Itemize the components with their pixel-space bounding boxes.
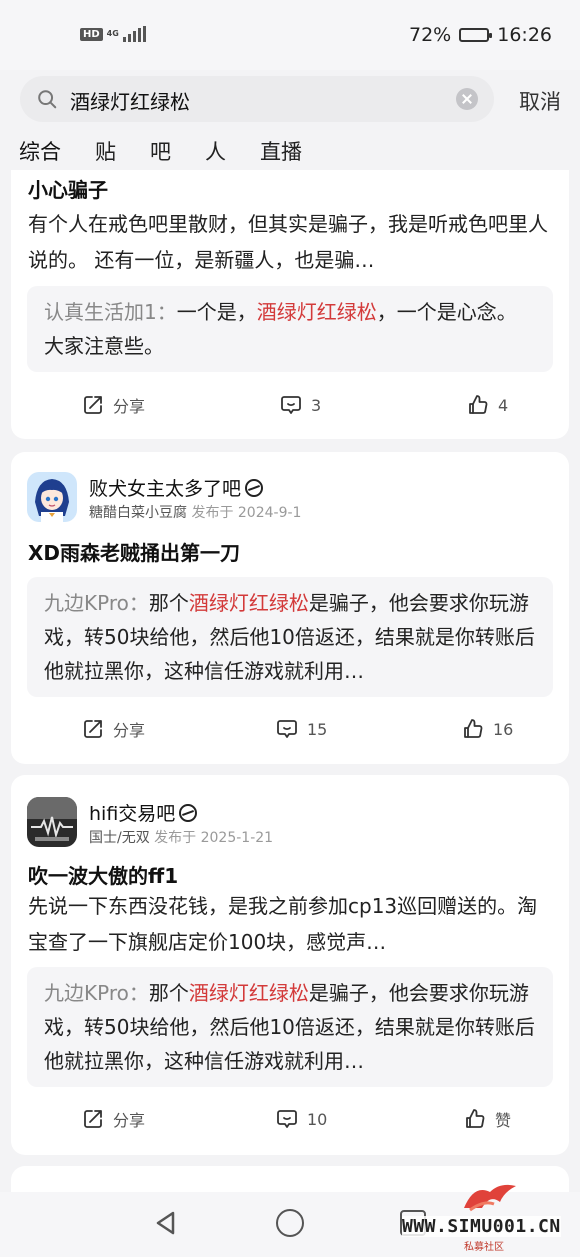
share-label: 分享 [113, 721, 146, 740]
search-query: 酒绿灯红绿松 [70, 90, 190, 114]
forum-name[interactable]: hifi交易吧 [89, 799, 198, 826]
share-button[interactable]: 分享 [81, 717, 145, 741]
thumbs-up-icon [464, 719, 483, 738]
battery-icon [459, 28, 493, 42]
search-input[interactable]: 酒绿灯红绿松 [20, 76, 494, 122]
share-icon [84, 720, 102, 738]
post-body: 有个人在戒色吧里散财，但其实是骗子，我是听戒色吧里人说的。 还有一位，是新疆人，… [28, 212, 548, 272]
anime-avatar-icon [27, 472, 77, 522]
tab-live[interactable]: 直播 [260, 136, 302, 166]
back-icon[interactable] [152, 1209, 180, 1237]
share-label: 分享 [113, 1111, 146, 1130]
post-username[interactable]: 国士/无双 [89, 830, 150, 846]
comment-count: 10 [307, 1109, 328, 1129]
clock: 16:26 [497, 24, 552, 46]
forum-badge-icon [179, 803, 198, 822]
like-button[interactable]: 赞 [463, 1107, 511, 1131]
watermark-text: WWW.SIMU001.CN [402, 1216, 561, 1237]
tab-all[interactable]: 综合 [19, 136, 61, 178]
comment-count: 15 [307, 719, 328, 739]
forum-avatar[interactable] [27, 472, 77, 522]
post-actions: 分享 10 赞 [11, 1107, 569, 1137]
tab-label: 综合 [19, 140, 61, 164]
result-tabs: 综合 贴 吧 人 直播 [19, 136, 336, 178]
battery-percent: 72% [409, 24, 452, 46]
post-card[interactable]: 败犬女主太多了吧 糖醋白菜小豆腐 发布于 2024-9-1 XD雨森老贼捅出第一… [11, 452, 569, 764]
comment-quote[interactable]: 九边KPro：那个酒绿灯红绿松是骗子，他会要求你玩游戏，转50块给他，然后他10… [27, 967, 553, 1087]
comment-button[interactable]: 10 [275, 1107, 327, 1131]
post-actions: 分享 3 4 [11, 393, 569, 423]
signal-indicators: HD 4G [80, 26, 146, 42]
comment-highlight: 酒绿灯红绿松 [256, 300, 377, 324]
headphone-amp-avatar-icon [27, 797, 77, 847]
post-card[interactable]: 小心骗子 有个人在戒色吧里散财，但其实是骗子，我是听戒色吧里人说的。 还有一位，… [11, 170, 569, 439]
post-byline: 糖醋白菜小豆腐 发布于 2024-9-1 [89, 502, 301, 522]
watermark-subtext: 私募社区 [464, 1242, 504, 1253]
post-author-row: 败犬女主太多了吧 糖醋白菜小豆腐 发布于 2024-9-1 [27, 472, 547, 524]
comment-quote[interactable]: 九边KPro：那个酒绿灯红绿松是骗子，他会要求你玩游戏，转50块给他，然后他10… [27, 577, 553, 697]
post-date: 发布于 2025-1-21 [154, 830, 274, 846]
thumbs-up-icon [469, 395, 488, 414]
post-date: 发布于 2024-9-1 [191, 505, 302, 521]
like-label: 赞 [495, 1111, 512, 1130]
like-button[interactable]: 4 [466, 393, 508, 417]
post-username[interactable]: 糖醋白菜小豆腐 [89, 505, 187, 521]
share-icon [84, 396, 102, 414]
share-label: 分享 [113, 397, 146, 416]
post-card[interactable]: hifi交易吧 国士/无双 发布于 2025-1-21 吹一波大傲的ff1 先说… [11, 775, 569, 1155]
comment-icon [277, 720, 297, 738]
comment-author: 认真生活加1： [44, 300, 177, 324]
comment-text-before: 那个 [148, 981, 189, 1005]
forum-name[interactable]: 败犬女主太多了吧 [89, 474, 264, 501]
comment-text-before: 一个是， [176, 300, 257, 324]
comment-count: 3 [311, 395, 322, 415]
share-button[interactable]: 分享 [81, 393, 145, 417]
comment-button[interactable]: 3 [279, 393, 321, 417]
comment-text-before: 那个 [148, 591, 189, 615]
results-feed: 小心骗子 有个人在戒色吧里散财，但其实是骗子，我是听戒色吧里人说的。 还有一位，… [0, 170, 580, 1192]
forum-name-text: 败犬女主太多了吧 [89, 478, 242, 500]
forum-avatar[interactable] [27, 797, 77, 847]
comment-quote[interactable]: 认真生活加1：一个是，酒绿灯红绿松，一个是心念。大家注意些。 [27, 286, 553, 372]
status-bar: HD 4G 72% 16:26 [0, 0, 580, 70]
share-button[interactable]: 分享 [81, 1107, 145, 1131]
post-author-row: hifi交易吧 国士/无双 发布于 2025-1-21 [27, 797, 547, 849]
post-actions: 分享 15 16 [11, 717, 569, 747]
forum-name-text: hifi交易吧 [89, 803, 176, 825]
forum-badge-icon [245, 478, 264, 497]
search-row: 酒绿灯红绿松 取消 [0, 76, 580, 122]
search-icon [38, 90, 57, 109]
signal-bars-icon [122, 26, 146, 42]
share-icon [84, 1110, 102, 1128]
hd-badge: HD [80, 27, 103, 41]
watermark: WWW.SIMU001.CN 私募社区 [400, 1176, 580, 1257]
watermark-logo-icon [464, 1184, 516, 1212]
post-body: 先说一下东西没花钱，是我之前参加cp13巡回赠送的。淘宝查了一下旗舰店定价100… [28, 894, 538, 954]
comment-highlight: 酒绿灯红绿松 [188, 981, 309, 1005]
tab-posts[interactable]: 贴 [95, 136, 116, 166]
comment-author: 九边KPro： [44, 981, 149, 1005]
cancel-button[interactable]: 取消 [519, 86, 561, 116]
comment-icon [281, 396, 301, 414]
clear-icon[interactable] [456, 88, 478, 110]
comment-icon [277, 1110, 297, 1128]
home-icon[interactable] [276, 1209, 304, 1237]
comment-author: 九边KPro： [44, 591, 149, 615]
thumbs-up-icon [466, 1109, 485, 1128]
tab-forums[interactable]: 吧 [150, 136, 171, 166]
post-byline: 国士/无双 发布于 2025-1-21 [89, 827, 273, 847]
comment-button[interactable]: 15 [275, 717, 327, 741]
like-button[interactable]: 16 [461, 717, 513, 741]
post-title: XD雨森老贼捅出第一刀 [28, 541, 241, 565]
status-right: 72% 16:26 [409, 24, 552, 46]
comment-highlight: 酒绿灯红绿松 [188, 591, 309, 615]
tab-people[interactable]: 人 [205, 136, 226, 166]
post-title: 吹一波大傲的ff1 [28, 864, 179, 888]
network-type: 4G [106, 29, 119, 38]
post-title: 小心骗子 [28, 178, 108, 202]
like-count: 16 [493, 719, 514, 739]
like-count: 4 [498, 395, 509, 415]
